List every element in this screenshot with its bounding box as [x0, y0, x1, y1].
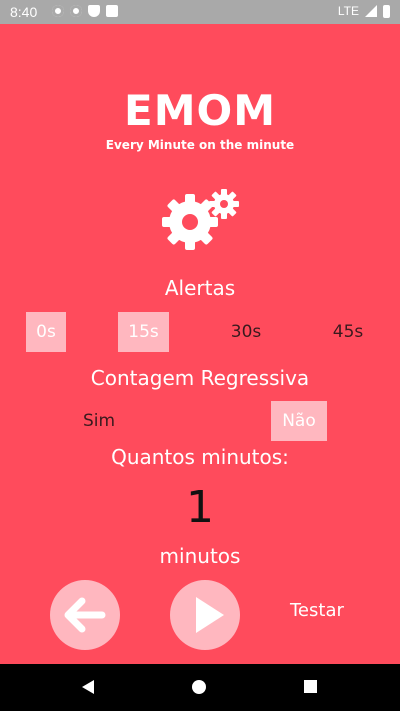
gear-icon [70, 5, 82, 17]
alert-option-15s[interactable]: 15s [118, 312, 169, 352]
minutes-count[interactable]: 1 [0, 482, 400, 533]
home-nav-icon[interactable] [192, 680, 206, 694]
alert-option-0s[interactable]: 0s [26, 312, 66, 352]
settings-gears-icon[interactable] [158, 186, 242, 252]
battery-icon [383, 4, 390, 18]
sd-card-icon [106, 5, 118, 17]
back-button[interactable] [50, 580, 120, 650]
status-bar: 8:40 LTE [0, 0, 400, 24]
minutes-unit-label: minutos [159, 544, 241, 568]
test-button[interactable]: Testar [290, 600, 344, 621]
status-right: LTE [338, 4, 390, 18]
alerts-label: Alertas [164, 276, 236, 300]
app-title: EMOM [124, 86, 276, 135]
play-icon [196, 597, 224, 633]
signal-icon [365, 5, 377, 17]
status-icons [52, 5, 118, 17]
network-label: LTE [337, 4, 359, 18]
countdown-option-nao[interactable]: Não [271, 401, 327, 441]
status-time: 8:40 [10, 4, 38, 20]
gear-icon [52, 5, 64, 17]
back-nav-icon[interactable] [82, 680, 94, 694]
shield-icon [88, 5, 100, 17]
alert-option-30s[interactable]: 30s [222, 312, 270, 352]
minutes-question-label: Quantos minutos: [111, 445, 289, 469]
recent-apps-icon[interactable] [304, 680, 317, 693]
play-button[interactable] [170, 580, 240, 650]
arrow-left-icon [64, 597, 106, 633]
countdown-label: Contagem Regressiva [90, 366, 310, 390]
navigation-bar [0, 664, 400, 711]
alert-option-45s[interactable]: 45s [324, 312, 372, 352]
app-subtitle: Every Minute on the minute [105, 138, 295, 152]
countdown-option-sim[interactable]: Sim [74, 401, 124, 441]
